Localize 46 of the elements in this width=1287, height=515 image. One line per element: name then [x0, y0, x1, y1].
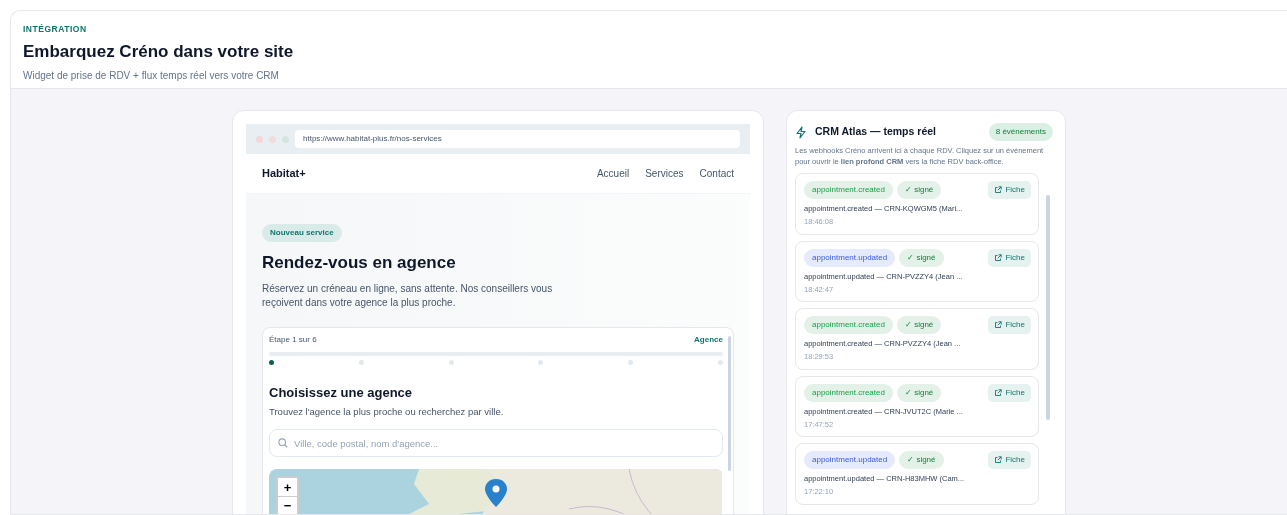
- signature-badge: ✓ signé: [899, 248, 944, 267]
- search-icon: [278, 438, 288, 449]
- nav-link[interactable]: Services: [645, 166, 684, 181]
- event-type-tag: appointment.updated: [804, 248, 896, 267]
- zoom-out-button[interactable]: −: [278, 496, 297, 514]
- external-link-icon: [994, 388, 1003, 397]
- open-record-button[interactable]: Fiche: [988, 181, 1031, 199]
- scrollbar[interactable]: [1046, 195, 1050, 420]
- map-pin-icon[interactable]: [485, 479, 507, 508]
- scrollbar[interactable]: [728, 335, 731, 471]
- page-title: Embarquez Créno dans votre site: [23, 40, 295, 63]
- new-service-badge: Nouveau service: [262, 224, 342, 242]
- open-record-button[interactable]: Fiche: [988, 316, 1031, 334]
- open-record-button[interactable]: Fiche: [988, 248, 1031, 267]
- window-dot: [256, 135, 263, 143]
- external-link-icon: [994, 456, 1003, 464]
- external-link-icon: [994, 186, 1003, 194]
- step-label: Étape 1 sur 6: [269, 333, 317, 346]
- signature-badge: ✓ signé: [899, 451, 944, 469]
- site-logo: Habitat+: [262, 166, 306, 182]
- event-count-badge: 8 événements: [988, 123, 1053, 141]
- step-name: Agence: [694, 333, 723, 346]
- signature-badge: ✓ signé: [896, 181, 942, 199]
- hero-text: Réservez un créneau en ligne, sans attente. Nos conseillers vous reçoivent dans votre agence la plus proche.: [262, 281, 554, 310]
- panel-title: CRM Atlas — temps réel: [815, 124, 936, 140]
- lightning-icon: [795, 125, 807, 139]
- open-record-button[interactable]: Fiche: [988, 383, 1031, 402]
- hero-title: Rendez-vous en agence: [262, 252, 457, 274]
- search-field[interactable]: Ville, code postal, nom d'agence...: [269, 429, 723, 458]
- external-link-icon: [994, 321, 1003, 329]
- widget-description: Trouvez l'agence la plus proche ou recherchez par ville.: [269, 405, 505, 419]
- event-type-tag: appointment.created: [804, 316, 893, 334]
- section-eyebrow: INTÉGRATION: [23, 23, 88, 36]
- page-subtitle: Widget de prise de RDV + flux temps réel vers votre CRM: [23, 69, 280, 84]
- event-type-tag: appointment.created: [804, 383, 893, 402]
- event-type-tag: appointment.created: [804, 181, 893, 199]
- nav-link[interactable]: Contact: [699, 166, 734, 181]
- external-link-icon: [994, 253, 1003, 262]
- nav-link[interactable]: Accueil: [596, 166, 630, 181]
- signature-badge: ✓ signé: [896, 316, 942, 334]
- open-record-button[interactable]: Fiche: [988, 451, 1031, 469]
- signature-badge: ✓ signé: [896, 383, 942, 402]
- widget-title: Choisissez une agence: [269, 383, 414, 402]
- window-dot: [269, 135, 276, 143]
- url-field[interactable]: https://www.habitat-plus.fr/nos-services: [295, 130, 740, 148]
- event-type-tag: appointment.updated: [804, 451, 896, 469]
